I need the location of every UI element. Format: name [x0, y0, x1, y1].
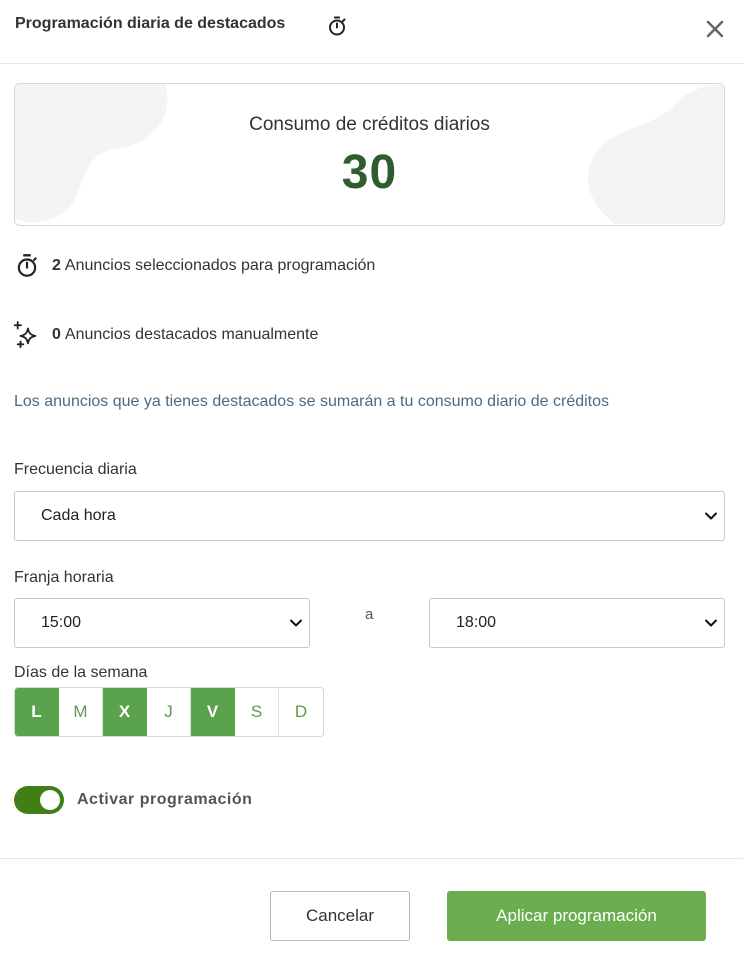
time-from-value: 15:00	[41, 614, 82, 631]
chevron-down-icon	[705, 619, 717, 627]
modal-title: Programación diaria de destacados	[15, 15, 286, 32]
frequency-select[interactable]: Cada hora	[14, 491, 725, 541]
day-toggle-friday[interactable]: V	[191, 688, 235, 736]
info-note: Los anuncios que ya tienes destacados se…	[14, 393, 610, 410]
close-icon[interactable]	[703, 17, 727, 41]
time-to-value: 18:00	[456, 614, 497, 631]
toggle-knob	[40, 790, 60, 810]
stopwatch-icon	[329, 16, 346, 36]
credits-summary-card: Consumo de créditos diarios 30	[14, 83, 725, 226]
credits-label: Consumo de créditos diarios	[249, 114, 490, 135]
manual-ads-count: 0	[52, 326, 61, 343]
activation-toggle[interactable]	[14, 786, 64, 814]
day-toggle-tuesday[interactable]: M	[59, 688, 103, 736]
modal-header: Programación diaria de destacados	[0, 0, 743, 64]
day-toggle-sunday[interactable]: D	[279, 688, 323, 736]
scheduled-ads-stat: 2 Anuncios seleccionados para programaci…	[14, 251, 375, 281]
activation-row: Activar programación	[14, 786, 252, 814]
apply-schedule-button[interactable]: Aplicar programación	[447, 891, 706, 941]
sparkle-icon	[14, 321, 37, 348]
day-toggle-wednesday[interactable]: X	[103, 688, 147, 736]
frequency-value: Cada hora	[41, 507, 116, 524]
weekday-selector: L M X J V S D	[14, 687, 324, 737]
day-toggle-thursday[interactable]: J	[147, 688, 191, 736]
time-range-label: Franja horaria	[14, 569, 114, 586]
time-from-select[interactable]: 15:00	[14, 598, 310, 648]
stopwatch-icon	[17, 254, 37, 277]
footer-divider	[0, 858, 743, 859]
activation-label: Activar programación	[77, 791, 253, 808]
scheduled-ads-text: Anuncios seleccionados para programación	[64, 257, 376, 274]
chevron-down-icon	[290, 619, 302, 627]
cancel-button[interactable]: Cancelar	[270, 891, 410, 941]
scheduled-ads-count: 2	[52, 257, 61, 274]
time-to-select[interactable]: 18:00	[429, 598, 725, 648]
day-toggle-monday[interactable]: L	[15, 688, 59, 736]
frequency-label: Frecuencia diaria	[14, 461, 137, 478]
day-toggle-saturday[interactable]: S	[235, 688, 279, 736]
manual-ads-text: Anuncios destacados manualmente	[64, 326, 319, 343]
chevron-down-icon	[705, 512, 717, 520]
weekdays-label: Días de la semana	[14, 664, 148, 681]
manual-ads-stat: 0 Anuncios destacados manualmente	[14, 320, 318, 350]
credits-value: 30	[341, 146, 398, 199]
time-range-separator: a	[365, 606, 374, 623]
